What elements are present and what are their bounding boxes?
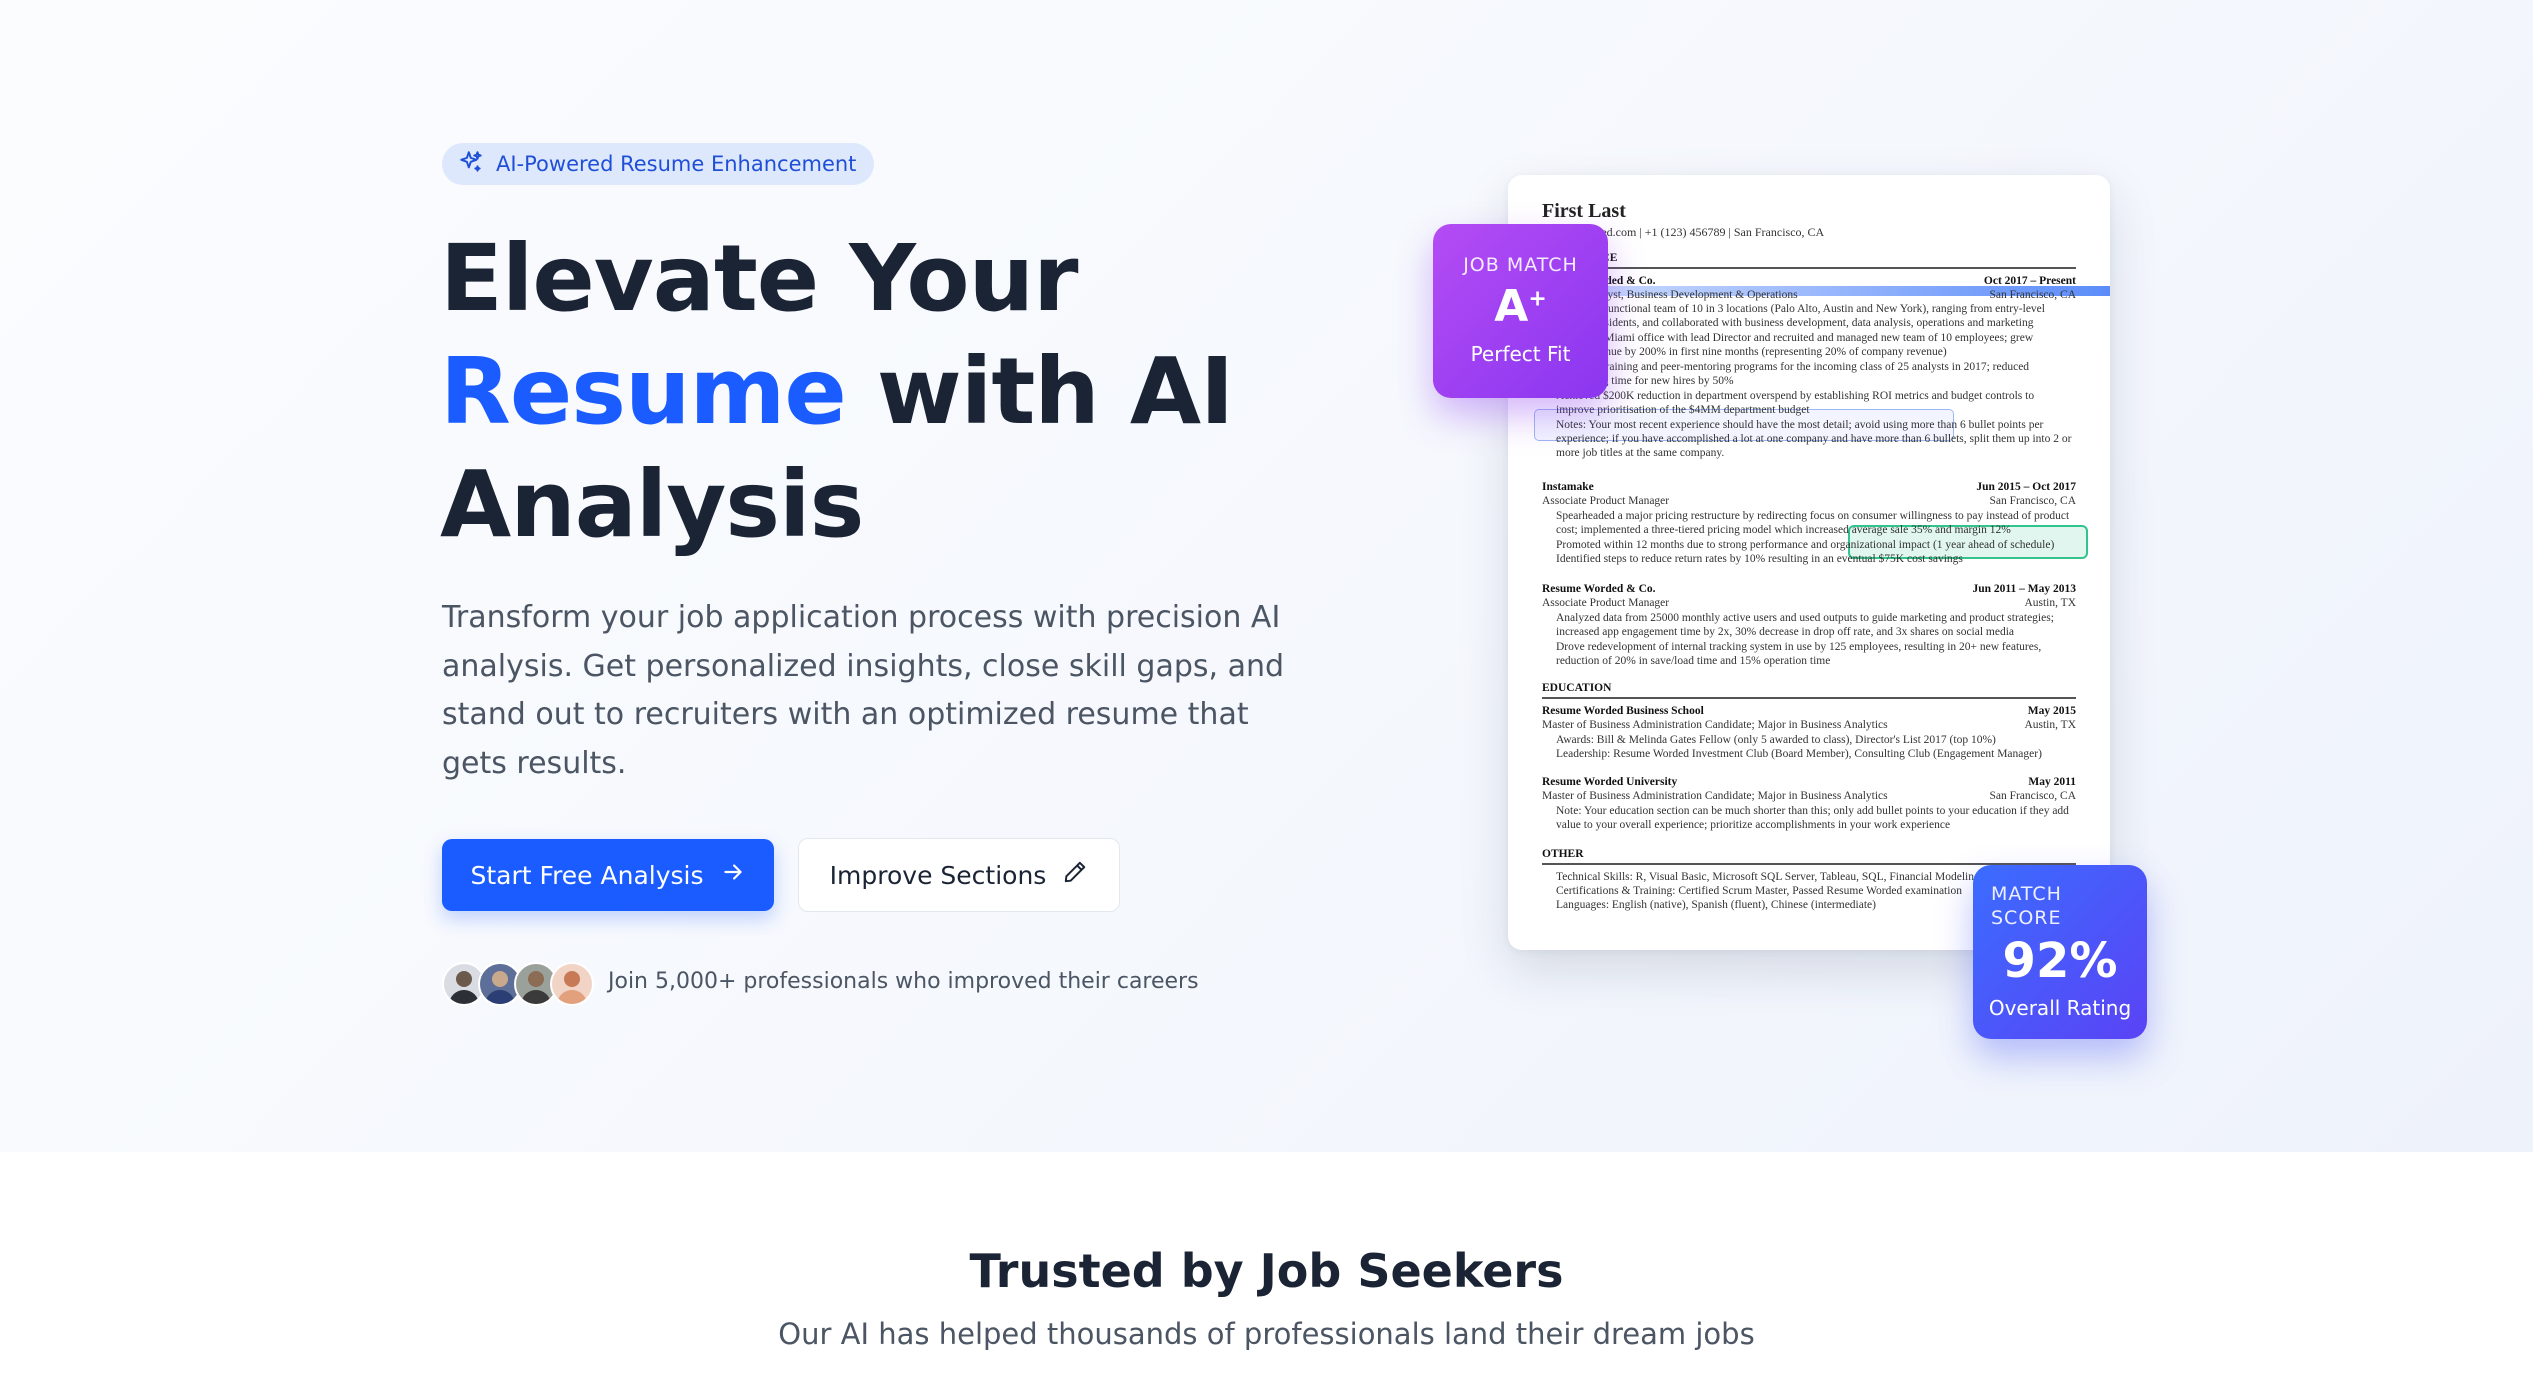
resume-entry-sub: Associate Product Manager Austin, TX [1542,597,2076,609]
headline-line3: Analysis [440,451,864,558]
avatar-stack [442,962,594,1006]
resume-bullet: Analyzed data from 25000 monthly active … [1556,611,2076,626]
divider [1542,697,2076,699]
resume-bullet: Identified steps to reduce return rates … [1556,552,2076,567]
job-match-grade: A+ [1494,281,1547,332]
hero-headline: Elevate Your Resume with AI Analysis [440,222,1260,561]
ai-badge: AI-Powered Resume Enhancement [442,143,875,185]
pencil-icon [1062,859,1088,891]
resume-entry-sub: Business Analyst, Business Development &… [1542,289,2076,301]
resume-entry-sub: Master of Business Administration Candid… [1542,790,2076,802]
improve-sections-button[interactable]: Improve Sections [798,838,1120,912]
match-score-value: 92% [2002,933,2118,989]
badge-label: AI-Powered Resume Enhancement [496,152,857,176]
section-heading: OTHER [1542,848,1584,860]
arrow-right-icon [720,859,746,891]
trusted-subtitle: Our AI has helped thousands of professio… [778,1317,1755,1351]
resume-bullet-cont: office revenue by 200% in first nine mon… [1556,346,1947,358]
resume-bullet: Spearheaded a major pricing restructure … [1556,509,2076,524]
hero-section: AI-Powered Resume Enhancement Elevate Yo… [0,0,2533,1152]
resume-bullet-cont: increased app engagement time by 2x, 30%… [1556,626,2015,638]
resume-bullet: Notes: Your most recent experience shoul… [1556,418,2076,433]
resume-bullet-cont: value to your overall experience; priori… [1556,819,1951,831]
resume-entry-header: Resume Worded Business School May 2015 [1542,705,2076,717]
resume-entry-header: Resume Worded & Co.Oct 2017 – Present [1542,275,2076,287]
hero-subtext: Transform your job application process w… [442,600,1285,781]
resume-entry-sub: Master of Business Administration Candid… [1542,719,2076,731]
resume-bullet: Drove redevelopment of internal tracking… [1556,640,2076,655]
resume-bullet: Led cross-functional team of 10 in 3 loc… [1556,302,2076,317]
resume-bullet: Leadership: Resume Worded Investment Clu… [1556,747,2076,762]
resume-bullet-cont: to vice presidents, and collaborated wit… [1556,317,2034,329]
resume-bullet: Designed training and peer-mentoring pro… [1556,360,2076,375]
resume-name: First Last [1542,200,1626,222]
job-match-caption: Perfect Fit [1470,342,1571,366]
trusted-title: Trusted by Job Seekers [969,1244,1564,1298]
headline-line2-rest: with AI [845,338,1234,445]
resume-bullet-cont: more job titles at the same company. [1556,447,1725,459]
resume-entry-header: Resume Worded University May 2011 [1542,776,2076,788]
resume-bullet-cont: cost; implemented a three-tiered pricing… [1556,524,2011,536]
start-free-analysis-label: Start Free Analysis [470,860,704,890]
resume-entry-sub: Associate Product Manager San Francisco, … [1542,495,2076,507]
resume-bullet: Launched Miami office with lead Director… [1556,331,2076,346]
sparkles-icon [458,149,484,180]
job-match-label: JOB MATCH [1463,254,1578,276]
match-score-caption: Overall Rating [1988,996,2132,1020]
resume-bullet-cont: experience; if you have accomplished a l… [1556,433,2072,445]
section-heading: EXPERIENCE [1542,251,2076,266]
resume-bullet: Awards: Bill & Melinda Gates Fellow (onl… [1556,733,2076,748]
resume-bullet-cont: improve prioritisation of the $4MM depar… [1556,404,1810,416]
headline-line1: Elevate Your [440,225,1078,332]
resume-bullet-cont: onboarding time for new hires by 50% [1556,375,1734,387]
resume-bullet-cont: reduction of 20% in save/load time and 1… [1556,655,1831,667]
job-match-card: JOB MATCH A+ Perfect Fit [1433,224,1608,398]
match-score-card: MATCH SCORE 92% Overall Rating [1973,865,2147,1039]
divider [1542,267,2076,269]
resume-entry-header: Instamake Jun 2015 – Oct 2017 [1542,481,2076,493]
resume-bullet: Note: Your education section can be much… [1556,804,2076,819]
improve-sections-label: Improve Sections [829,860,1047,890]
match-score-label: MATCH SCORE [1991,883,2062,929]
section-heading: EDUCATION [1542,682,1612,694]
resume-bullet: Achieved $200K reduction in department o… [1556,389,2076,404]
resume-entry-header: Resume Worded & Co. Jun 2011 – May 2013 [1542,583,2076,595]
social-proof-text: Join 5,000+ professionals who improved t… [608,969,1199,994]
avatar [550,962,594,1006]
resume-bullet: Promoted within 12 months due to strong … [1556,538,2076,553]
start-free-analysis-button[interactable]: Start Free Analysis [442,839,774,911]
headline-highlight: Resume [440,338,847,445]
